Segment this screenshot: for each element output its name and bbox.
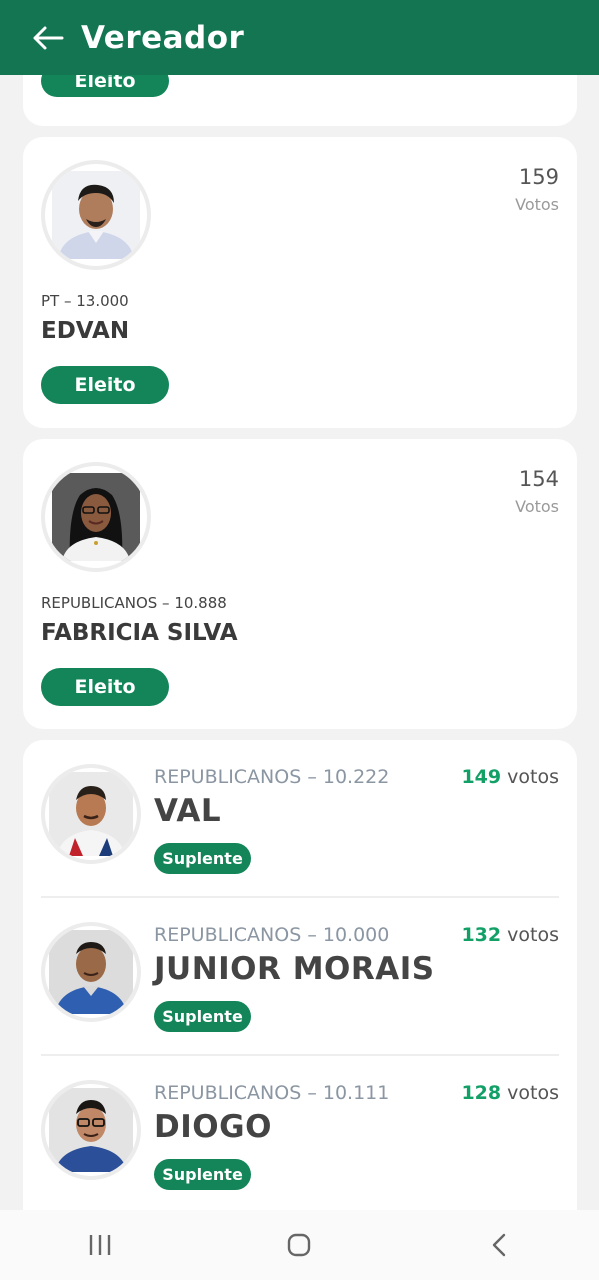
candidate-name: DIOGO [154, 1109, 272, 1145]
votes-number: 132 [461, 924, 502, 946]
votes-count: 132 votos [461, 924, 559, 946]
votes-number: 149 [461, 766, 502, 788]
home-button[interactable] [259, 1215, 339, 1275]
party-number: REPUBLICANOS – 10.000 [154, 924, 390, 946]
person-photo-icon [49, 772, 133, 856]
votes-suffix: votos [507, 766, 559, 788]
avatar [41, 922, 141, 1022]
votes-label: Votos [515, 497, 559, 516]
suplentes-card: REPUBLICANOS – 10.222 149 votos VAL Supl… [23, 740, 577, 1210]
list-item[interactable]: REPUBLICANOS – 10.111 128 votos DIOGO Su… [23, 1056, 577, 1210]
votes-count: 159 [518, 165, 559, 189]
candidate-list[interactable]: Eleito 159 Votos PT – 13.000 EDVAN Eleit… [0, 75, 599, 1210]
back-button[interactable] [24, 14, 72, 62]
page-title: Vereador [81, 19, 245, 56]
votes-count: 154 [518, 467, 559, 491]
status-badge: Suplente [154, 1159, 251, 1190]
app-bar: Vereador [0, 0, 599, 75]
candidate-card[interactable]: 154 Votos REPUBLICANOS – 10.888 FABRICIA… [23, 439, 577, 729]
system-back-button[interactable] [459, 1215, 539, 1275]
votes-suffix: votos [507, 1082, 559, 1104]
avatar [41, 764, 141, 864]
back-chevron-icon [492, 1233, 506, 1257]
candidate-card[interactable]: 159 Votos PT – 13.000 EDVAN Eleito [23, 137, 577, 428]
recents-icon [89, 1235, 111, 1255]
home-icon [288, 1233, 311, 1257]
status-badge: Eleito [41, 366, 169, 404]
list-item[interactable]: REPUBLICANOS – 10.000 132 votos JUNIOR M… [23, 898, 577, 1056]
party-number: REPUBLICANOS – 10.111 [154, 1082, 390, 1104]
votes-suffix: votos [507, 924, 559, 946]
party-number: REPUBLICANOS – 10.888 [41, 594, 227, 612]
status-badge: Suplente [154, 1001, 251, 1032]
party-number: REPUBLICANOS – 10.222 [154, 766, 390, 788]
status-badge: Suplente [154, 843, 251, 874]
person-photo-icon [52, 171, 140, 259]
recents-button[interactable] [60, 1215, 140, 1275]
votes-count: 149 votos [461, 766, 559, 788]
status-badge: Eleito [41, 75, 169, 97]
person-photo-icon [49, 930, 133, 1014]
candidate-name: FABRICIA SILVA [41, 620, 238, 646]
avatar [41, 160, 151, 270]
list-item[interactable]: REPUBLICANOS – 10.222 149 votos VAL Supl… [23, 740, 577, 898]
votes-label: Votos [515, 195, 559, 214]
candidate-card-partial[interactable]: Eleito [23, 75, 577, 126]
votes-number: 128 [461, 1082, 502, 1104]
status-badge: Eleito [41, 668, 169, 706]
candidate-name: JUNIOR MORAIS [154, 951, 435, 987]
party-number: PT – 13.000 [41, 292, 129, 310]
votes-count: 128 votos [461, 1082, 559, 1104]
person-photo-icon [49, 1088, 133, 1172]
avatar [41, 1080, 141, 1180]
person-photo-icon [52, 473, 140, 561]
candidate-name: EDVAN [41, 318, 130, 344]
candidate-name: VAL [154, 793, 222, 829]
arrow-left-icon [33, 26, 64, 49]
system-navigation-bar [0, 1210, 599, 1280]
avatar [41, 462, 151, 572]
